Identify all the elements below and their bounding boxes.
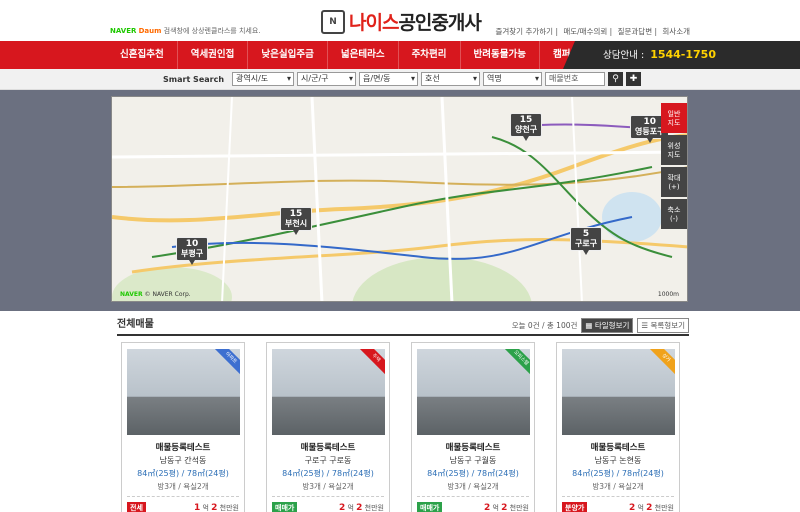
price-value: 1 억 2 천만원 <box>193 502 239 512</box>
link-about[interactable]: 회사소개 <box>662 27 690 36</box>
naver-brand: NAVER <box>110 27 137 35</box>
map-pin-bucheon[interactable]: 15 부천시 <box>280 207 313 235</box>
map-controls: 일반 지도 위성 지도 확대 (+) 축소 (-) <box>661 103 687 231</box>
zoom-in-button[interactable]: 확대 (+) <box>661 167 687 197</box>
province-select[interactable]: 광역시/도 <box>232 72 295 86</box>
property-type-ribbon: 주택 <box>356 349 385 378</box>
price-value: 2 억 2 천만원 <box>628 502 674 512</box>
listing-location: 남동구 구월동 <box>449 456 497 465</box>
smart-search-bar: Smart Search 광역시/도 시/군/구 읍/면/동 호선 역명 매물번… <box>0 69 800 90</box>
nav-item-newlywed[interactable]: 신혼집추천 <box>107 41 178 69</box>
listing-photo[interactable]: 주택 <box>272 349 385 435</box>
property-type-ribbon: 상가 <box>646 349 675 378</box>
logo-mark-icon: N <box>321 9 345 34</box>
listing-card[interactable]: 주택 매물등록테스트 구로구 구로동 84㎡(25평) / 78㎡(24평) 방… <box>266 342 390 512</box>
listing-rooms: 방3개 / 욕실2개 <box>417 481 529 497</box>
listing-rooms: 방3개 / 욕실2개 <box>127 481 239 497</box>
price-type-tag: 매매가 <box>417 501 443 512</box>
nav-item-low-deposit[interactable]: 낮은실입주금 <box>248 41 328 69</box>
price-row: 매매가 2 억 2 천만원 <box>417 501 529 512</box>
map-scale: 1000m <box>657 291 679 298</box>
listing-card[interactable]: 상가 매물등록테스트 남동구 논현동 84㎡(25평) / 78㎡(24평) 방… <box>556 342 680 512</box>
map-view[interactable]: 15 양천구 10 영등포구 15 부천시 10 부평구 5 구로구 일반 지도 위성 지… <box>111 96 688 302</box>
listing-card[interactable]: 오피스텔 매물등록테스트 남동구 구월동 84㎡(25평) / 78㎡(24평)… <box>411 342 535 512</box>
property-type-ribbon: 오피스텔 <box>501 349 530 378</box>
town-select[interactable]: 읍/면/동 <box>359 72 419 86</box>
price-value: 2 억 2 천만원 <box>338 502 384 512</box>
listing-photo[interactable]: 아파트 <box>127 349 240 435</box>
listing-location: 구로구 구로동 <box>304 456 352 465</box>
normal-map-button[interactable]: 일반 지도 <box>661 103 687 133</box>
price-value: 2 억 2 천만원 <box>483 502 529 512</box>
smart-search-label: Smart Search <box>163 74 225 84</box>
logo-dark-text: 공인중개사 <box>398 13 481 34</box>
listing-card[interactable]: 아파트 매물등록테스트 남동구 간석동 84㎡(25평) / 78㎡(24평) … <box>121 342 245 512</box>
tile-view-button[interactable]: ▦ 타일형보기 <box>581 318 634 333</box>
listing-area: 84㎡(25평) / 78㎡(24평) <box>137 469 229 478</box>
link-bookmark[interactable]: 즐겨찾기 추가하기 <box>495 27 553 36</box>
search-icon: ⚲ <box>612 74 619 84</box>
station-select[interactable]: 역명 <box>483 72 543 86</box>
listing-photo[interactable]: 오피스텔 <box>417 349 530 435</box>
listing-title[interactable]: 매물등록테스트 <box>417 441 529 453</box>
listing-area: 84㎡(25평) / 78㎡(24평) <box>572 469 664 478</box>
nav-item-terrace[interactable]: 넓은테라스 <box>328 41 399 69</box>
daum-brand: Daum <box>138 27 162 35</box>
plus-icon: ✚ <box>629 74 638 84</box>
link-request[interactable]: 매도/매수의뢰 <box>563 27 607 36</box>
listing-title[interactable]: 매물등록테스트 <box>272 441 384 453</box>
header: NAVER Daum 검색창에 상상렌클라스를 치세요. N 나이스공인중개사 … <box>0 0 800 41</box>
map-pin-guro[interactable]: 5 구로구 <box>570 227 603 255</box>
listing-area: 84㎡(25평) / 78㎡(24평) <box>282 469 374 478</box>
listing-cards: 아파트 매물등록테스트 남동구 간석동 84㎡(25평) / 78㎡(24평) … <box>121 342 800 512</box>
listing-header: 전체매물 오늘 0건 / 총 100건 ▦ 타일형보기 ☰ 목록형보기 <box>117 316 689 336</box>
nav-item-station[interactable]: 역세권인접 <box>178 41 249 69</box>
top-links: 즐겨찾기 추가하기 | 매도/매수의뢰 | 질문과답변 | 회사소개 <box>495 27 690 36</box>
call-info: 상담안내 : 1544-1750 <box>563 41 800 69</box>
link-qna[interactable]: 질문과답변 <box>618 27 653 36</box>
reset-button[interactable]: ✚ <box>626 72 642 86</box>
map-background <box>112 97 687 301</box>
property-type-ribbon: 아파트 <box>211 349 240 378</box>
listing-photo[interactable]: 상가 <box>562 349 675 435</box>
list-icon: ☰ <box>641 321 649 330</box>
price-row: 매매가 2 억 2 천만원 <box>272 501 384 512</box>
search-button[interactable]: ⚲ <box>608 72 624 86</box>
search-hint: 검색창에 상상렌클라스를 치세요. <box>163 27 261 35</box>
price-row: 전세 1 억 2 천만원 <box>127 501 239 512</box>
site-logo[interactable]: N 나이스공인중개사 <box>321 8 482 35</box>
zoom-out-button[interactable]: 축소 (-) <box>661 199 687 229</box>
main-nav: 신혼집추천 역세권인접 낮은실입주금 넓은테라스 주차편리 반려동물가능 캠퍼스… <box>0 41 800 69</box>
grid-icon: ▦ <box>585 321 593 330</box>
price-type-tag: 분양가 <box>562 501 588 512</box>
map-pin-bupyeong[interactable]: 10 부평구 <box>176 237 209 265</box>
map-pin-yangcheon[interactable]: 15 양천구 <box>510 113 543 141</box>
map-section: 15 양천구 10 영등포구 15 부천시 10 부평구 5 구로구 일반 지도 위성 지… <box>0 90 800 311</box>
listing-title[interactable]: 매물등록테스트 <box>562 441 674 453</box>
listing-count: 오늘 0건 / 총 100건 <box>511 321 578 330</box>
listing-title: 전체매물 <box>117 319 154 330</box>
listing-rooms: 방3개 / 욕실2개 <box>562 481 674 497</box>
listing-location: 남동구 간석동 <box>159 456 207 465</box>
line-select[interactable]: 호선 <box>421 72 481 86</box>
logo-red-text: 나이스 <box>349 13 399 34</box>
listing-area: 84㎡(25평) / 78㎡(24평) <box>427 469 519 478</box>
city-select[interactable]: 시/군/구 <box>297 72 357 86</box>
naver-daum-note: NAVER Daum 검색창에 상상렌클라스를 치세요. <box>110 26 261 36</box>
naver-map-logo: NAVER © NAVER Corp. <box>120 291 191 298</box>
listing-rooms: 방3개 / 욕실2개 <box>272 481 384 497</box>
call-label: 상담안내 : <box>603 50 645 61</box>
price-row: 분양가 2 억 2 천만원 <box>562 501 674 512</box>
nav-item-parking[interactable]: 주차편리 <box>399 41 461 69</box>
listing-location: 남동구 논현동 <box>594 456 642 465</box>
list-view-button[interactable]: ☰ 목록형보기 <box>637 318 689 333</box>
price-type-tag: 매매가 <box>272 501 298 512</box>
satellite-map-button[interactable]: 위성 지도 <box>661 135 687 165</box>
call-number[interactable]: 1544-1750 <box>650 48 716 61</box>
price-type-tag: 전세 <box>127 501 146 512</box>
listing-number-input[interactable]: 매물번호 <box>545 72 606 86</box>
listing-title[interactable]: 매물등록테스트 <box>127 441 239 453</box>
nav-item-pets[interactable]: 반려동물가능 <box>461 41 540 69</box>
